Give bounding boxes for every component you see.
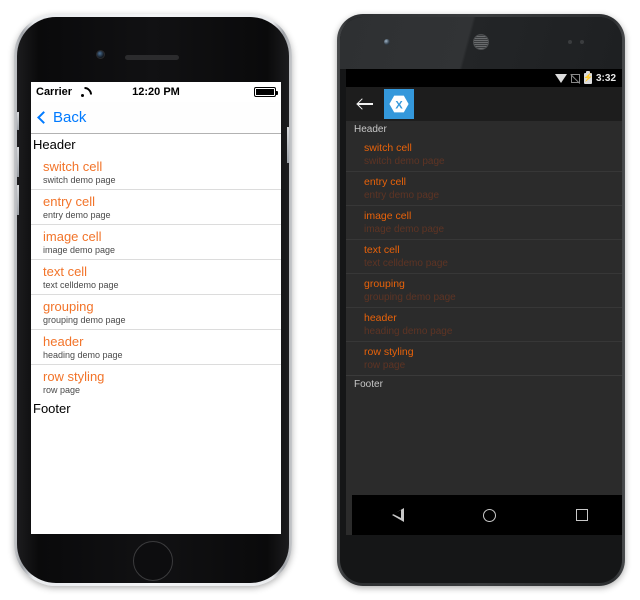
ios-section-header: Header <box>33 137 76 152</box>
list-item-title: entry cell <box>364 176 407 188</box>
ios-list-view[interactable]: Header switch cell switch demo page entr… <box>31 134 281 419</box>
nav-recents-icon[interactable] <box>576 509 589 521</box>
list-item-title: header <box>364 312 397 324</box>
iphone-volume-up-button[interactable] <box>17 147 19 177</box>
list-item-detail: entry demo page <box>364 190 440 201</box>
list-item-title: switch cell <box>364 142 412 154</box>
list-item-title: row styling <box>364 346 414 358</box>
iphone-volume-down-button[interactable] <box>17 185 19 215</box>
list-item-title: text cell <box>43 264 88 279</box>
list-item-detail: row page <box>364 360 406 371</box>
iphone-screen: Carrier 12:20 PM Back Header switch cell… <box>31 82 281 534</box>
iphone-power-button[interactable] <box>287 127 289 163</box>
ios-status-bar: Carrier 12:20 PM <box>31 82 281 102</box>
battery-charging-icon: ⚡ <box>583 70 593 84</box>
list-item[interactable]: row styling row page <box>346 342 622 375</box>
android-screen: ⚡ 3:32 X Header switch cell switch demo … <box>346 69 622 535</box>
svg-text:X: X <box>395 99 403 111</box>
android-clock: 3:32 <box>595 72 616 84</box>
list-item[interactable]: switch cell switch demo page <box>31 155 281 190</box>
list-item-detail: switch demo page <box>364 156 445 167</box>
android-status-bar: ⚡ 3:32 <box>346 69 622 87</box>
back-button[interactable]: Back <box>37 109 86 126</box>
list-item-detail: heading demo page <box>364 326 453 337</box>
android-body: ⚡ 3:32 X Header switch cell switch demo … <box>340 17 622 583</box>
android-list-view[interactable]: Header switch cell switch demo page entr… <box>346 121 622 393</box>
list-item[interactable]: header heading demo page <box>31 330 281 365</box>
list-item[interactable]: image cell image demo page <box>346 206 622 240</box>
list-item-detail: text celldemo page <box>43 280 119 290</box>
no-signal-icon <box>570 73 580 83</box>
arrow-left-icon[interactable] <box>358 97 374 111</box>
list-item[interactable]: image cell image demo page <box>31 225 281 260</box>
ios-status-right <box>254 87 278 97</box>
screenshot-stage: Carrier 12:20 PM Back Header switch cell… <box>0 0 640 600</box>
list-item-title: switch cell <box>43 159 103 174</box>
list-item[interactable]: text cell text celldemo page <box>346 240 622 274</box>
chevron-left-icon <box>37 111 50 124</box>
android-section-footer: Footer <box>346 375 622 393</box>
earpiece-speaker-icon <box>125 55 179 60</box>
list-item-title: header <box>43 334 84 349</box>
list-item-detail: entry demo page <box>43 210 111 220</box>
android-navigation-bar <box>352 495 622 535</box>
iphone-body: Carrier 12:20 PM Back Header switch cell… <box>17 17 289 583</box>
battery-full-icon <box>254 87 278 97</box>
list-item[interactable]: grouping grouping demo page <box>346 274 622 308</box>
nav-home-icon[interactable] <box>483 508 497 522</box>
android-section-header: Header <box>354 124 387 135</box>
list-item[interactable]: entry cell entry demo page <box>31 190 281 225</box>
list-item-detail: image demo page <box>43 245 116 255</box>
list-item-detail: image demo page <box>364 224 445 235</box>
list-item-detail: switch demo page <box>43 175 116 185</box>
list-item[interactable]: text cell text celldemo page <box>31 260 281 295</box>
list-item[interactable]: switch cell switch demo page <box>346 138 622 172</box>
proximity-sensor-icon <box>568 40 584 44</box>
list-item-detail: heading demo page <box>43 350 123 360</box>
front-camera-icon <box>384 39 390 45</box>
list-item-title: image cell <box>43 229 102 244</box>
list-item[interactable]: entry cell entry demo page <box>346 172 622 206</box>
ios-navigation-bar: Back <box>31 102 281 134</box>
list-item-detail: grouping demo page <box>364 292 456 303</box>
iphone-mute-switch[interactable] <box>17 112 19 130</box>
list-item[interactable]: grouping grouping demo page <box>31 295 281 330</box>
list-item-detail: text celldemo page <box>364 258 448 269</box>
list-item-title: entry cell <box>43 194 96 209</box>
home-button-icon[interactable] <box>133 541 173 581</box>
list-item-title: grouping <box>364 278 405 290</box>
back-button-label: Back <box>53 109 87 126</box>
front-camera-icon <box>96 50 105 59</box>
list-item-title: row styling <box>43 369 105 384</box>
android-device-frame: ⚡ 3:32 X Header switch cell switch demo … <box>337 14 625 586</box>
iphone-device-frame: Carrier 12:20 PM Back Header switch cell… <box>14 14 292 586</box>
nav-back-icon[interactable] <box>391 508 404 522</box>
android-action-bar: X <box>346 87 622 121</box>
list-item-detail: row page <box>43 385 81 395</box>
earpiece-speaker-icon <box>473 34 489 50</box>
xamarin-logo-icon: X <box>384 89 414 119</box>
list-item-title: image cell <box>364 210 412 222</box>
list-item-title: text cell <box>364 244 400 256</box>
wifi-icon <box>554 73 567 83</box>
list-item-detail: grouping demo page <box>43 315 126 325</box>
ios-section-footer: Footer <box>33 401 71 416</box>
battery-bolt-glyph: ⚡ <box>583 73 593 82</box>
ios-clock: 12:20 PM <box>132 86 180 98</box>
list-item[interactable]: header heading demo page <box>346 308 622 342</box>
list-item-title: grouping <box>43 299 94 314</box>
list-item[interactable]: row styling row page <box>31 365 281 399</box>
